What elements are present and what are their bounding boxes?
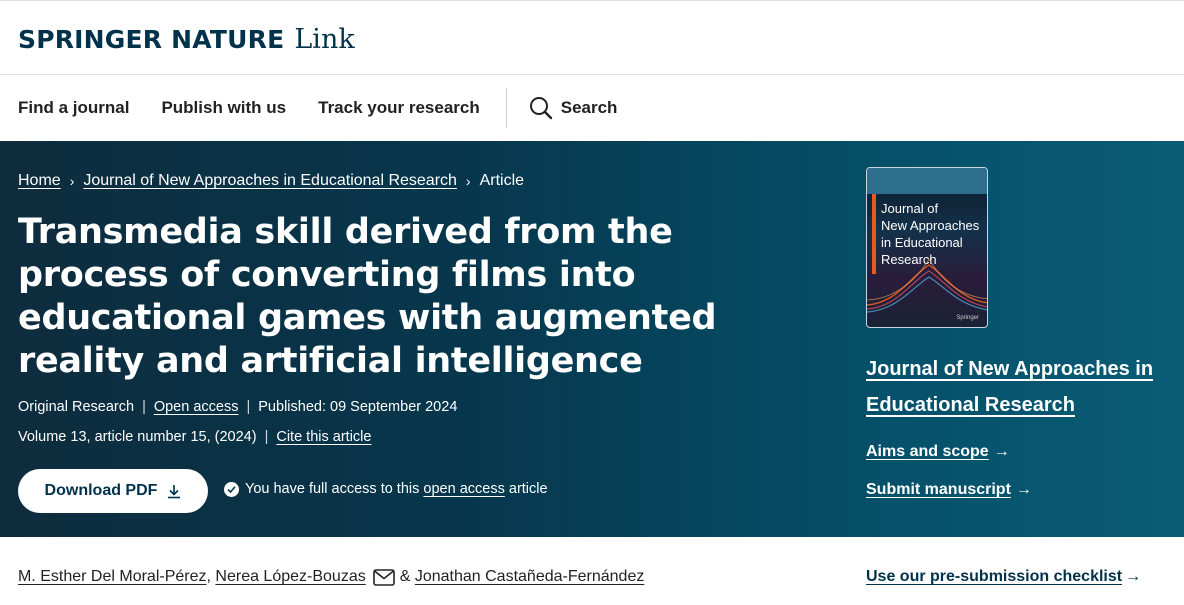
nav-track-research[interactable]: Track your research <box>318 98 480 118</box>
brand-bar: SPRINGER NATURE Link <box>0 4 1184 75</box>
author-ampersand: & <box>399 568 411 585</box>
breadcrumb-journal[interactable]: Journal of New Approaches in Educational… <box>83 172 457 190</box>
divider: | <box>264 429 269 445</box>
submit-manuscript-label: Submit manuscript <box>866 481 1011 498</box>
arrow-right-icon: → <box>993 443 1010 460</box>
open-access-link[interactable]: Open access <box>154 399 239 415</box>
aims-scope-label: Aims and scope <box>866 443 989 460</box>
cover-title-line: New Approaches <box>881 218 980 233</box>
arrow-right-icon: → <box>1125 568 1142 585</box>
author-list: M. Esther Del Moral-Pérez, Nerea López-B… <box>18 568 644 586</box>
article-type: Original Research <box>18 399 135 415</box>
cover-wave-art <box>867 258 987 313</box>
chevron-right-icon: › <box>69 173 75 189</box>
brand-main: SPRINGER NATURE <box>18 24 285 54</box>
access-prefix: You have full access to this <box>245 481 420 497</box>
access-status: You have full access to this open access… <box>224 481 548 497</box>
breadcrumb: Home › Journal of New Approaches in Educ… <box>18 172 524 190</box>
download-pdf-button[interactable]: Download PDF <box>18 469 208 513</box>
author-separator: , <box>206 568 211 585</box>
arrow-right-icon: → <box>1015 481 1032 498</box>
nav-divider <box>505 88 507 128</box>
search-button[interactable]: Search <box>529 96 618 120</box>
breadcrumb-current: Article <box>479 172 525 189</box>
article-citation-meta: Volume 13, article number 15, (2024) | Cit… <box>18 429 371 445</box>
divider: | <box>142 399 146 415</box>
journal-name-link[interactable]: Journal of New Approaches in Educational… <box>866 351 1166 423</box>
cover-publisher: Springer <box>956 315 979 321</box>
divider: | <box>246 399 251 415</box>
search-label: Search <box>560 98 618 117</box>
nav-find-journal[interactable]: Find a journal <box>18 98 129 118</box>
brand-sub: Link <box>294 23 355 55</box>
access-suffix: article <box>508 481 548 497</box>
aims-scope-link[interactable]: Aims and scope → <box>866 443 1010 461</box>
author-link[interactable]: Nerea López-Bouzas <box>215 568 365 586</box>
breadcrumb-home[interactable]: Home <box>18 172 61 190</box>
volume-info: Volume 13, article number 15, (2024) <box>18 429 257 445</box>
published-date: Published: 09 September 2024 <box>258 399 458 415</box>
submit-manuscript-link[interactable]: Submit manuscript → <box>866 481 1032 499</box>
email-icon[interactable] <box>372 568 395 586</box>
cite-article-link[interactable]: Cite this article <box>276 429 371 445</box>
article-hero: Home › Journal of New Approaches in Educ… <box>0 141 1184 537</box>
cover-title-line: in Educational <box>881 235 963 250</box>
download-icon <box>168 484 181 498</box>
access-open-access-link[interactable]: open access <box>423 481 504 497</box>
check-circle-icon <box>224 481 239 497</box>
author-link[interactable]: Jonathan Castañeda-Fernández <box>415 568 645 586</box>
article-title: Transmedia skill derived from the proces… <box>18 212 717 381</box>
chevron-right-icon: › <box>465 173 471 189</box>
cover-top-bar <box>867 168 987 194</box>
journal-cover[interactable]: Journal of New Approaches in Educational… <box>866 167 988 328</box>
search-icon <box>529 97 552 120</box>
springer-nature-link-logo[interactable]: SPRINGER NATURE Link <box>18 24 355 55</box>
checklist-label: Use our pre-submission checklist <box>866 568 1123 585</box>
nav-publish[interactable]: Publish with us <box>161 98 286 118</box>
article-meta: Original Research | Open access | Published:… <box>18 399 457 415</box>
cover-title-line: Journal of <box>881 201 939 216</box>
main-nav: Find a journal Publish with us Track you… <box>0 75 1184 141</box>
download-pdf-label: Download PDF <box>44 482 158 499</box>
presubmission-checklist-link[interactable]: Use our pre-submission checklist → <box>866 568 1141 586</box>
author-link[interactable]: M. Esther Del Moral-Pérez <box>18 568 207 586</box>
